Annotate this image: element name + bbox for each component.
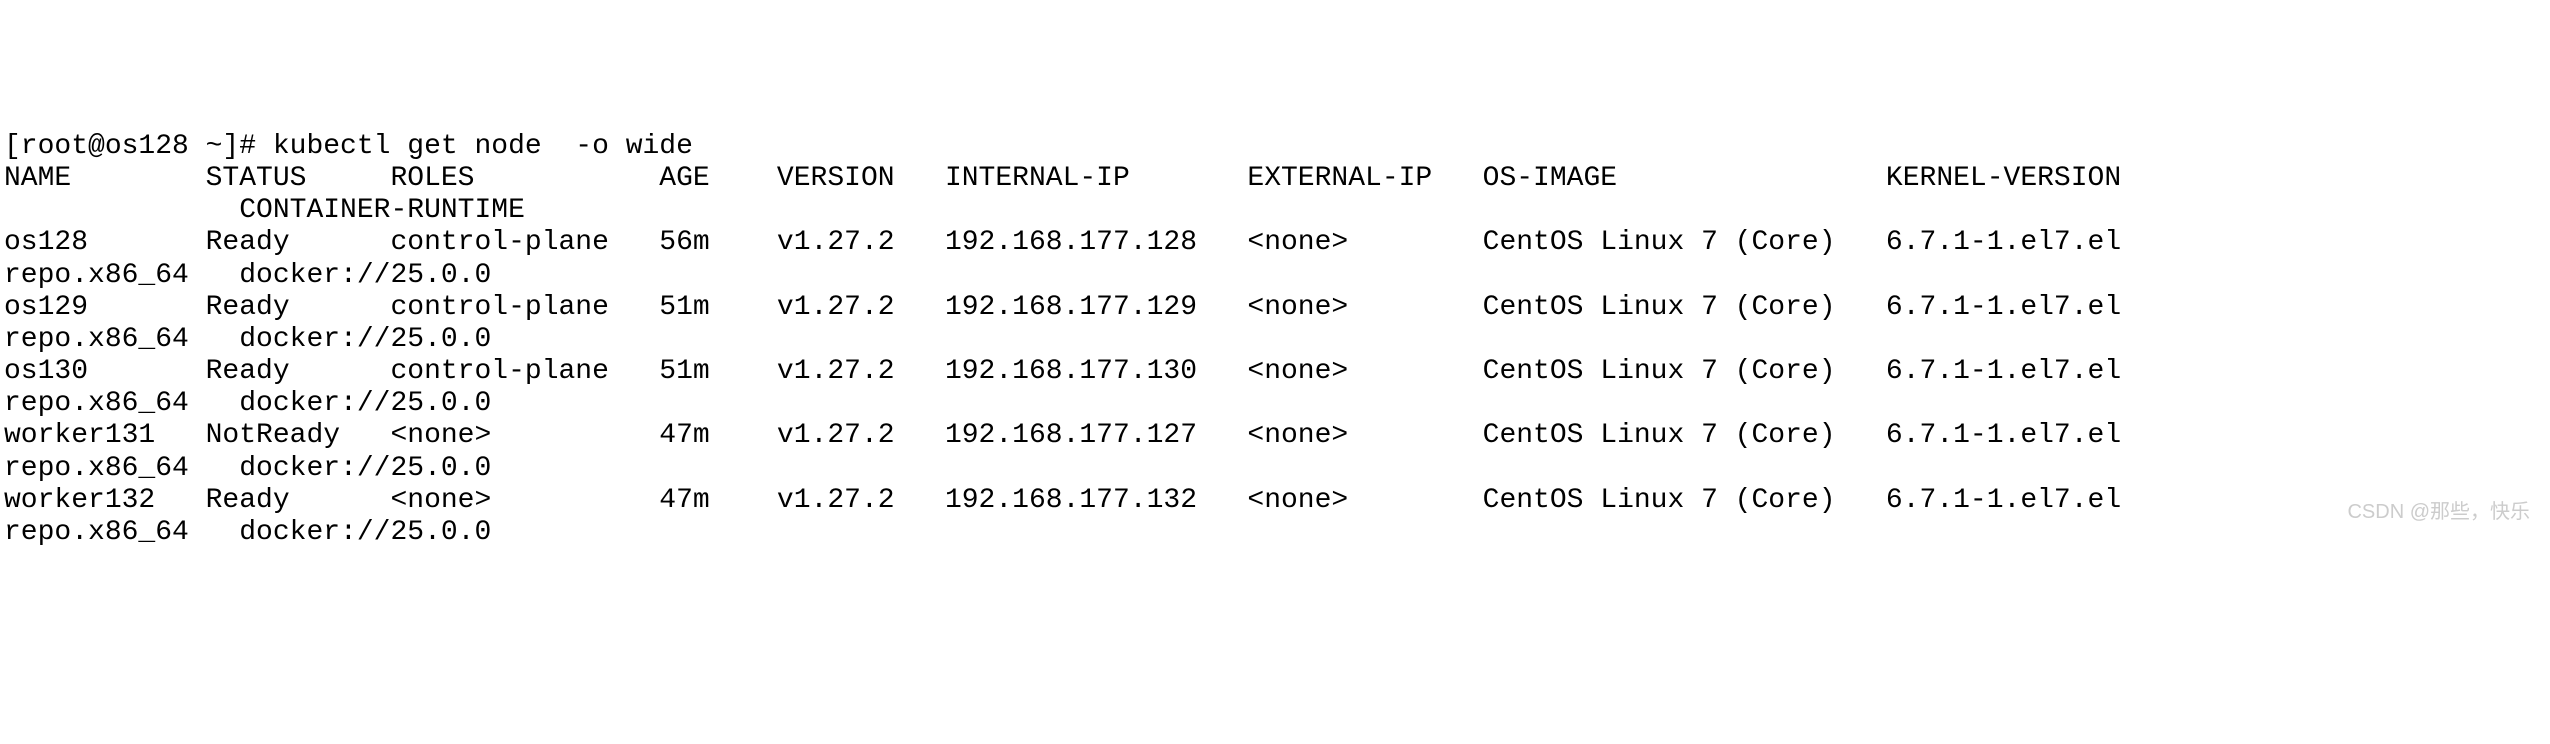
shell-prompt: [root@os128 ~]# [4, 131, 273, 162]
watermark-text: CSDN @那些，快乐 [2347, 501, 2530, 524]
table-body: os128 Ready control-plane 56m v1.27.2 19… [4, 227, 2121, 548]
terminal-output: [root@os128 ~]# kubectl get node -o wide… [0, 129, 2550, 551]
header-row: NAME STATUS ROLES AGE VERSION INTERNAL-I… [4, 163, 2121, 226]
command-text: kubectl get node -o wide [273, 131, 693, 162]
